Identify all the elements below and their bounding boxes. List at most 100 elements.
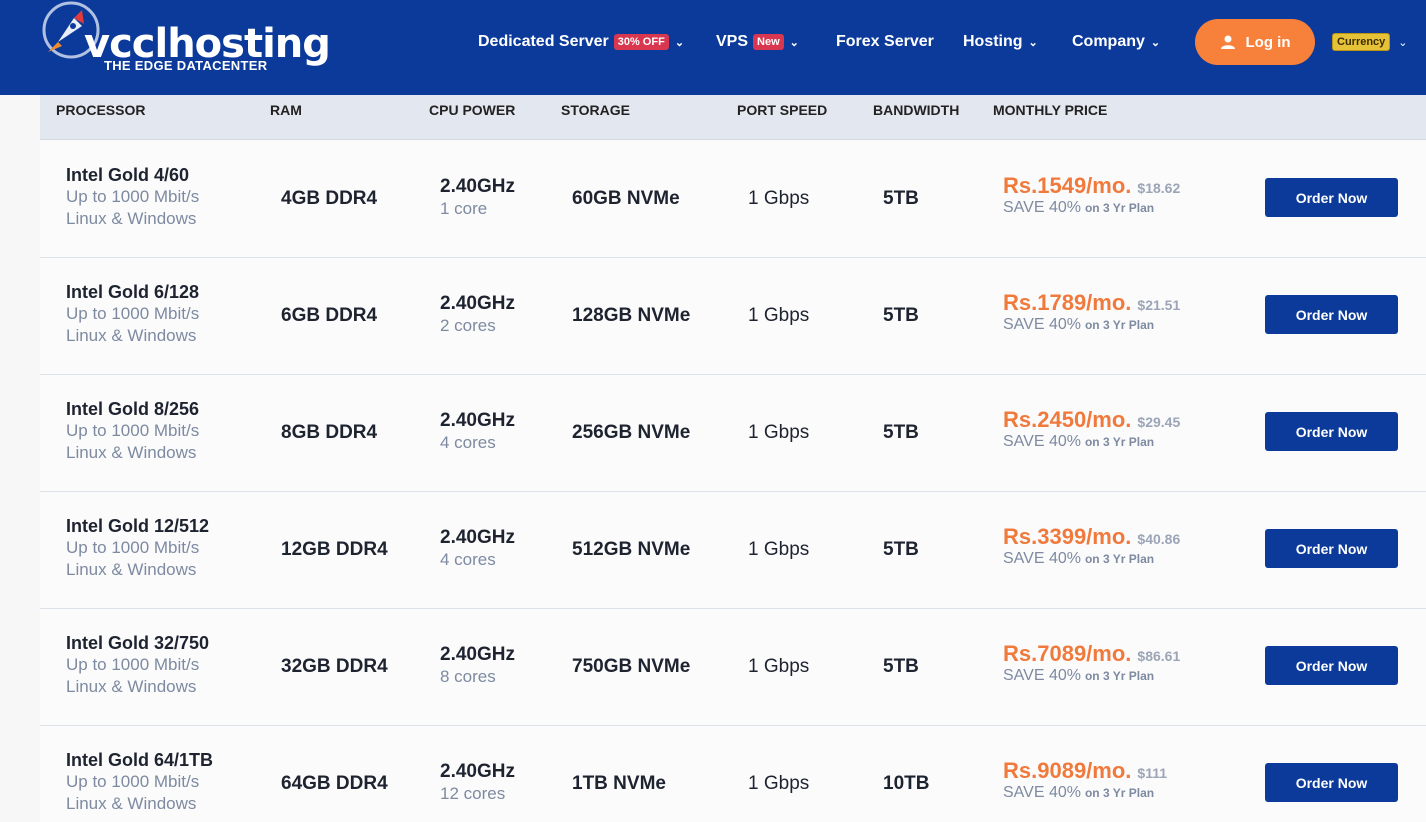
- storage-value: 256GB NVMe: [572, 422, 691, 443]
- cpu-speed: 2.40GHz: [440, 644, 515, 665]
- plan-text: on 3 Yr Plan: [1084, 552, 1155, 566]
- column-header: STORAGE: [561, 102, 630, 118]
- price-usd: $40.86: [1137, 531, 1181, 547]
- price-usd: $86.61: [1137, 648, 1181, 664]
- order-now-button[interactable]: Order Now: [1265, 529, 1398, 568]
- price-inr: Rs.1789/mo.: [1003, 290, 1132, 315]
- chevron-down-icon: ⌄: [1398, 36, 1408, 49]
- os-info: Linux & Windows: [66, 794, 197, 813]
- plan-text: on 3 Yr Plan: [1084, 435, 1155, 449]
- cpu-speed: 2.40GHz: [440, 761, 515, 782]
- price-usd: $21.51: [1137, 297, 1181, 313]
- price-cell: Rs.2450/mo. $29.45 SAVE 40% on 3 Yr Plan: [1003, 407, 1180, 451]
- port-info: Up to 1000 Mbit/s: [66, 538, 200, 557]
- plan-name: Intel Gold 4/60: [66, 165, 190, 185]
- nav-dedicated-server[interactable]: Dedicated Server 30% OFF ⌄: [478, 30, 684, 54]
- save-text: SAVE 40%: [1003, 550, 1081, 567]
- chevron-down-icon: ⌄: [1028, 36, 1038, 49]
- nav-label: Hosting: [963, 33, 1023, 50]
- storage-value: 512GB NVMe: [572, 539, 691, 560]
- bandwidth-value: 5TB: [883, 656, 919, 677]
- processor-cell: Intel Gold 12/512 Up to 1000 Mbit/s Linu…: [66, 515, 209, 581]
- bandwidth-value: 5TB: [883, 188, 919, 209]
- nav-label: Company: [1072, 33, 1145, 50]
- chevron-down-icon: ⌄: [1150, 36, 1161, 49]
- os-info: Linux & Windows: [66, 443, 197, 462]
- port-info: Up to 1000 Mbit/s: [66, 655, 200, 674]
- logo[interactable]: vcclhosting THE EDGE DATACENTER: [38, 0, 331, 80]
- column-header: CPU POWER: [429, 102, 516, 118]
- ram-value: 12GB DDR4: [281, 539, 388, 560]
- save-text: SAVE 40%: [1003, 316, 1081, 333]
- price-cell: Rs.9089/mo. $111 SAVE 40% on 3 Yr Plan: [1003, 758, 1167, 802]
- nav-label: VPS: [716, 33, 749, 50]
- plan-name: Intel Gold 64/1TB: [66, 750, 214, 770]
- price-inr: Rs.1549/mo.: [1003, 173, 1132, 198]
- new-badge: New: [753, 34, 784, 50]
- column-header: PORT SPEED: [737, 102, 828, 118]
- ram-value: 64GB DDR4: [281, 773, 388, 794]
- storage-value: 750GB NVMe: [572, 656, 691, 677]
- plan-name: Intel Gold 32/750: [66, 633, 210, 653]
- nav-hosting[interactable]: Hosting ⌄: [963, 30, 1038, 54]
- plan-text: on 3 Yr Plan: [1084, 669, 1155, 683]
- left-margin: [0, 95, 40, 822]
- plan-text: on 3 Yr Plan: [1084, 786, 1155, 800]
- price-usd: $29.45: [1137, 414, 1181, 430]
- order-now-button[interactable]: Order Now: [1265, 412, 1398, 451]
- save-text: SAVE 40%: [1003, 199, 1081, 216]
- ram-value: 4GB DDR4: [281, 188, 378, 209]
- table-row: Intel Gold 8/256 Up to 1000 Mbit/s Linux…: [40, 375, 1426, 492]
- os-info: Linux & Windows: [66, 209, 197, 228]
- nav-forex-server[interactable]: Forex Server: [836, 30, 934, 54]
- login-label: Log in: [1245, 33, 1291, 51]
- port-speed-value: 1 Gbps: [748, 539, 810, 560]
- bandwidth-value: 5TB: [883, 422, 919, 443]
- login-button[interactable]: Log in: [1195, 19, 1315, 65]
- price-inr: Rs.9089/mo.: [1003, 758, 1132, 783]
- price-usd: $111: [1137, 765, 1168, 781]
- cpu-cell: 2.40GHz 12 cores: [440, 761, 515, 805]
- price-cell: Rs.1789/mo. $21.51 SAVE 40% on 3 Yr Plan: [1003, 290, 1180, 334]
- cpu-cores: 12 cores: [440, 784, 506, 803]
- storage-value: 128GB NVMe: [572, 305, 691, 326]
- table-row: Intel Gold 64/1TB Up to 1000 Mbit/s Linu…: [40, 726, 1426, 822]
- column-header: BANDWIDTH: [873, 102, 960, 118]
- plan-text: on 3 Yr Plan: [1084, 318, 1155, 332]
- os-info: Linux & Windows: [66, 326, 197, 345]
- processor-cell: Intel Gold 4/60 Up to 1000 Mbit/s Linux …: [66, 164, 199, 230]
- nav-company[interactable]: Company ⌄: [1072, 30, 1160, 54]
- port-info: Up to 1000 Mbit/s: [66, 772, 200, 791]
- ram-value: 32GB DDR4: [281, 656, 388, 677]
- ram-value: 8GB DDR4: [281, 422, 378, 443]
- save-text: SAVE 40%: [1003, 667, 1081, 684]
- port-speed-value: 1 Gbps: [748, 656, 810, 677]
- ram-value: 6GB DDR4: [281, 305, 378, 326]
- price-cell: Rs.7089/mo. $86.61 SAVE 40% on 3 Yr Plan: [1003, 641, 1180, 685]
- nav-vps[interactable]: VPS New ⌄: [716, 30, 799, 54]
- order-now-button[interactable]: Order Now: [1265, 646, 1398, 685]
- cpu-speed: 2.40GHz: [440, 176, 515, 197]
- processor-cell: Intel Gold 6/128 Up to 1000 Mbit/s Linux…: [66, 281, 199, 347]
- os-info: Linux & Windows: [66, 560, 197, 579]
- cpu-cores: 4 cores: [440, 433, 496, 452]
- cpu-cores: 8 cores: [440, 667, 496, 686]
- chevron-down-icon: ⌄: [674, 36, 685, 49]
- bandwidth-value: 10TB: [883, 773, 930, 794]
- port-speed-value: 1 Gbps: [748, 305, 810, 326]
- cpu-cores: 1 core: [440, 199, 488, 218]
- price-inr: Rs.7089/mo.: [1003, 641, 1132, 666]
- price-inr: Rs.2450/mo.: [1003, 407, 1132, 432]
- cpu-cell: 2.40GHz 8 cores: [440, 644, 515, 688]
- currency-badge: Currency: [1332, 33, 1391, 51]
- cpu-cell: 2.40GHz 2 cores: [440, 293, 515, 337]
- column-header: RAM: [270, 102, 302, 118]
- price-cell: Rs.1549/mo. $18.62 SAVE 40% on 3 Yr Plan: [1003, 173, 1180, 217]
- discount-badge: 30% OFF: [613, 34, 669, 50]
- order-now-button[interactable]: Order Now: [1265, 763, 1398, 802]
- processor-cell: Intel Gold 32/750 Up to 1000 Mbit/s Linu…: [66, 632, 209, 698]
- order-now-button[interactable]: Order Now: [1265, 295, 1398, 334]
- order-now-button[interactable]: Order Now: [1265, 178, 1398, 217]
- currency-selector[interactable]: Currency ⌄: [1332, 33, 1408, 51]
- processor-cell: Intel Gold 64/1TB Up to 1000 Mbit/s Linu…: [66, 749, 213, 815]
